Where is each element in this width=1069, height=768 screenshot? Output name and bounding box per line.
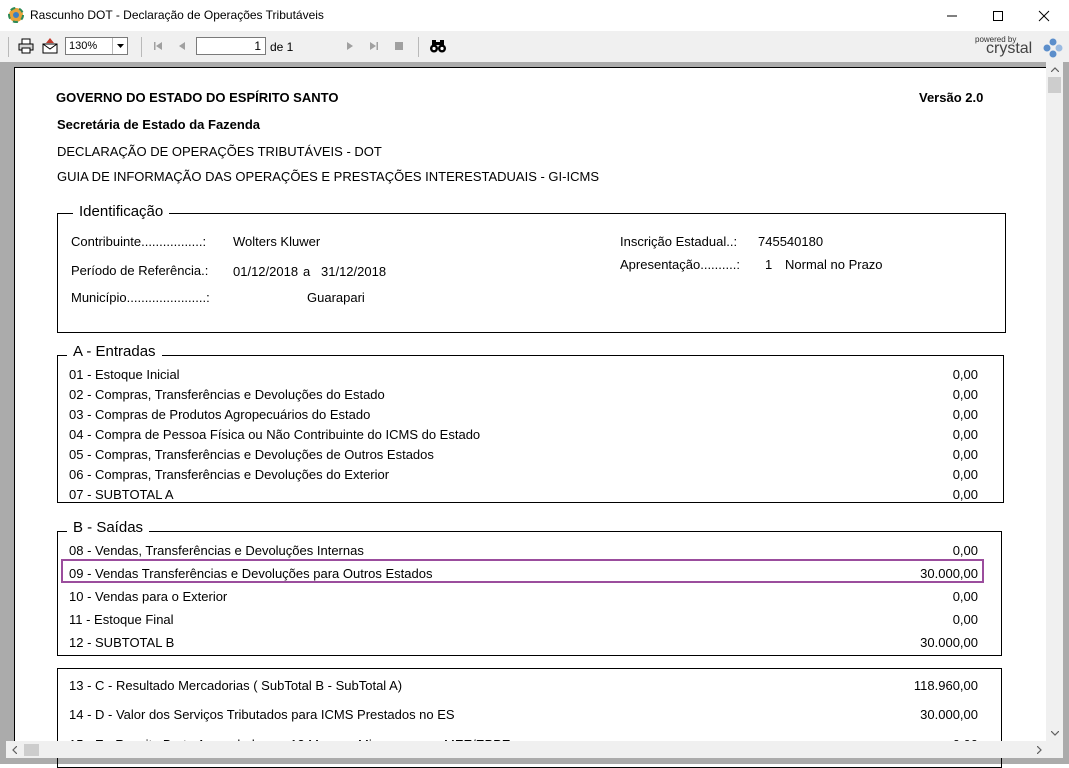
last-page-button[interactable] <box>364 36 384 56</box>
entradas-legend: A - Entradas <box>67 343 162 360</box>
next-page-icon <box>347 42 353 50</box>
apresentacao-label: Apresentação..........: <box>620 257 740 272</box>
report-row-value: 0,00 <box>952 612 978 627</box>
report-row-label: 06 - Compras, Transferências e Devoluçõe… <box>69 467 390 482</box>
scroll-left-button[interactable] <box>8 743 20 756</box>
report-row-label: 13 - C - Resultado Mercadorias ( SubTota… <box>69 678 403 693</box>
report-row-value: 0,00 <box>952 387 978 402</box>
report-row-label: 02 - Compras, Transferências e Devoluçõe… <box>69 387 385 402</box>
zoom-select[interactable]: 130% <box>65 37 128 55</box>
ie-value: 745540180 <box>758 234 824 249</box>
contribuinte-value: Wolters Kluwer <box>233 234 321 249</box>
crystal-logo: powered by crystal <box>972 35 1064 59</box>
first-page-button[interactable] <box>148 36 168 56</box>
first-page-icon <box>154 42 162 50</box>
report-row-label: 07 - SUBTOTAL A <box>69 487 174 502</box>
report-row-label: 04 - Compra de Pessoa Física ou Não Cont… <box>69 427 481 442</box>
report-row-label: 08 - Vendas, Transferências e Devoluções… <box>69 543 364 558</box>
print-button[interactable] <box>16 36 36 56</box>
report-row-label: 14 - D - Valor dos Serviços Tributados p… <box>69 707 455 722</box>
page-number-input[interactable]: 1 <box>196 37 266 55</box>
report-row-label: 10 - Vendas para o Exterior <box>69 589 228 604</box>
scrollbar-corner <box>1046 741 1063 758</box>
print-icon <box>18 38 34 54</box>
close-icon <box>1038 10 1050 21</box>
report-row-label: 12 - SUBTOTAL B <box>69 635 175 650</box>
close-button[interactable] <box>1021 0 1067 31</box>
scroll-down-button[interactable] <box>1048 727 1061 739</box>
apresentacao-code: 1 <box>765 257 773 272</box>
report-row-label: 03 - Compras de Produtos Agropecuários d… <box>69 407 371 422</box>
periodo-fim: 31/12/2018 <box>321 264 387 279</box>
report-row-value: 0,00 <box>952 427 978 442</box>
last-page-icon <box>370 42 378 50</box>
periodo-label: Período de Referência.: <box>71 263 209 278</box>
stop-button[interactable] <box>389 36 409 56</box>
identificacao-legend: Identificação <box>73 203 170 220</box>
app-icon <box>8 7 24 23</box>
municipio-label: Município......................: <box>71 290 210 305</box>
ie-label: Inscrição Estadual..: <box>620 234 738 249</box>
previous-page-icon <box>179 42 185 50</box>
report-row-value: 0,00 <box>952 447 978 462</box>
saidas-legend: B - Saídas <box>67 519 150 536</box>
export-button[interactable] <box>40 36 60 56</box>
gov-title: GOVERNO DO ESTADO DO ESPÍRITO SANTO <box>56 90 339 105</box>
dot-title: DECLARAÇÃO DE OPERAÇÕES TRIBUTÁVEIS - DO… <box>57 144 382 159</box>
vertical-scrollbar[interactable] <box>1046 62 1063 742</box>
report-row-label: 11 - Estoque Final <box>69 612 174 627</box>
chevron-down-icon <box>1050 730 1059 736</box>
selected-row-highlight <box>61 559 984 583</box>
previous-page-button[interactable] <box>172 36 192 56</box>
report-row-value: 118.960,00 <box>913 678 978 693</box>
report-row-value: 0,00 <box>952 543 978 558</box>
stop-icon <box>395 42 403 50</box>
toolbar-separator <box>141 37 142 57</box>
gi-title: GUIA DE INFORMAÇÃO DAS OPERAÇÕES E PREST… <box>57 169 599 184</box>
minimize-icon <box>947 15 957 16</box>
scroll-right-button[interactable] <box>1033 743 1045 756</box>
vertical-scroll-thumb[interactable] <box>1048 77 1061 93</box>
report-row-value: 30.000,00 <box>920 707 978 722</box>
report-row-label: 05 - Compras, Transferências e Devoluçõe… <box>69 447 434 462</box>
report-row-value: 0,00 <box>952 407 978 422</box>
apresentacao-desc: Normal no Prazo <box>785 257 883 272</box>
report-row-value: 0,00 <box>952 589 978 604</box>
report-row-label: 01 - Estoque Inicial <box>69 367 180 382</box>
version-label: Versão 2.0 <box>919 90 984 105</box>
horizontal-scrollbar[interactable] <box>6 741 1046 758</box>
crystal-logo-icon <box>1043 38 1063 58</box>
toolbar-separator <box>8 37 9 57</box>
horizontal-scroll-thumb[interactable] <box>24 744 39 756</box>
periodo-separator: a <box>303 264 311 279</box>
chevron-down-icon <box>112 38 127 54</box>
minimize-button[interactable] <box>929 0 975 31</box>
chevron-left-icon <box>11 745 17 754</box>
window-title: Rascunho DOT - Declaração de Operações T… <box>30 8 324 22</box>
next-page-button[interactable] <box>340 36 360 56</box>
secretaria-title: Secretária de Estado da Fazenda <box>57 117 261 132</box>
maximize-button[interactable] <box>975 0 1021 31</box>
binoculars-icon <box>430 40 446 53</box>
municipio-value: Guarapari <box>307 290 365 305</box>
toolbar-separator <box>418 37 419 57</box>
report-row-value: 30.000,00 <box>920 635 978 650</box>
export-icon <box>42 38 58 54</box>
report-row-value: 0,00 <box>952 487 978 502</box>
logo-crystal: crystal <box>986 40 1033 57</box>
zoom-value: 130% <box>69 40 98 52</box>
contribuinte-label: Contribuinte.................: <box>71 234 207 249</box>
report-row-value: 0,00 <box>952 367 978 382</box>
maximize-icon <box>993 10 1003 21</box>
page-count: de 1 <box>270 40 294 54</box>
report-row-value: 0,00 <box>952 467 978 482</box>
chevron-up-icon <box>1050 66 1059 72</box>
periodo-inicio: 01/12/2018 <box>233 264 299 279</box>
scroll-up-button[interactable] <box>1048 63 1061 75</box>
search-button[interactable] <box>428 36 448 56</box>
chevron-right-icon <box>1036 745 1042 754</box>
